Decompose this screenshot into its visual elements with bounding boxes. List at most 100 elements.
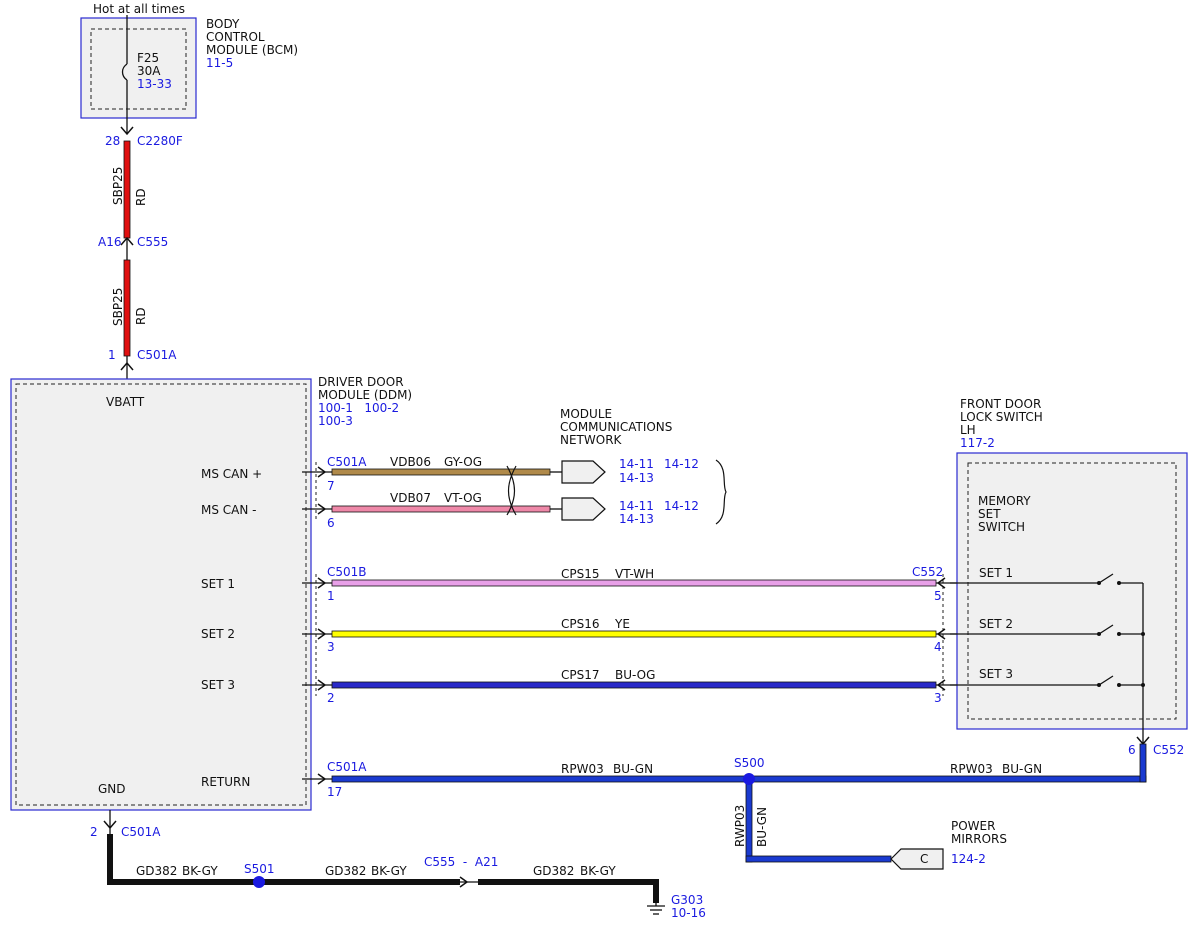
power-mirrors-ref: 124-2 xyxy=(951,852,986,866)
mcn-connector-minus-icon xyxy=(561,497,606,521)
ground-symbol-icon xyxy=(647,903,665,915)
gnd-conn: C501A xyxy=(121,825,161,839)
sbp25-color-2: RD xyxy=(134,307,148,325)
ms-can-plus-ref1: 14-11 xyxy=(619,457,654,471)
cps16-wire xyxy=(331,630,937,638)
power-mirrors-label-1: POWER xyxy=(951,819,995,833)
rpw03-circuit-left: RPW03 xyxy=(561,762,604,776)
set2-pin: 3 xyxy=(327,640,335,654)
ddm-name-1: DRIVER DOOR xyxy=(318,375,404,389)
ms-can-minus-ref1: 14-11 xyxy=(619,499,654,513)
ms-can-minus-ref2: 14-12 xyxy=(664,499,699,513)
set3-label: SET 3 xyxy=(201,678,235,692)
g303-label: G303 xyxy=(671,893,703,907)
fdls-name-2: LOCK SWITCH xyxy=(960,410,1043,424)
ms-can-plus-ref2: 14-12 xyxy=(664,457,699,471)
c555-a21-label: C555 - A21 xyxy=(424,855,498,869)
ddm-outline xyxy=(10,378,312,811)
ms-can-plus-pin: 7 xyxy=(327,479,335,493)
gd382-wire-3 xyxy=(478,879,659,903)
cps16-circuit: CPS16 xyxy=(561,617,600,631)
sbp25-color-1: RD xyxy=(134,188,148,206)
gd382-circuit-2: GD382 xyxy=(325,864,366,878)
mcn-label-1: MODULE xyxy=(560,407,612,421)
set2-label: SET 2 xyxy=(201,627,235,641)
power-mirrors-label-2: MIRRORS xyxy=(951,832,1007,846)
cps17-color: BU-OG xyxy=(615,668,655,682)
c2280f-label: C2280F xyxy=(137,134,183,148)
set2-far-pin: 4 xyxy=(934,640,942,654)
bcm-ref: 11-5 xyxy=(206,56,233,70)
ddm-gnd-label: GND xyxy=(98,782,126,796)
memory-switch-1: MEMORY xyxy=(978,494,1031,508)
fdls-ref: 117-2 xyxy=(960,436,995,450)
set1-pin: 1 xyxy=(327,589,335,603)
sbp25-circuit-2: SBP25 xyxy=(111,288,125,326)
cps16-color: YE xyxy=(614,617,630,631)
gnd-pin: 2 xyxy=(90,825,98,839)
ddm-refs: 100-1 100-2 xyxy=(318,401,399,415)
set1-label: SET 1 xyxy=(201,577,235,591)
c555-pin: A16 xyxy=(98,235,121,249)
gd382-color-2: BK-GY xyxy=(371,864,407,878)
vdb06-circuit: VDB06 xyxy=(390,455,431,469)
rpw03-wire xyxy=(331,775,1147,783)
vdb06-color: GY-OG xyxy=(444,455,482,469)
ms-can-minus-label: MS CAN - xyxy=(201,503,257,517)
memory-switch-3: SWITCH xyxy=(978,520,1025,534)
s500-splice-icon xyxy=(743,773,755,785)
gd382-circuit-1: GD382 xyxy=(136,864,177,878)
fuse-name: F25 xyxy=(137,51,159,65)
power-mirrors-connector-icon xyxy=(890,848,944,870)
gd382-color-3: BK-GY xyxy=(580,864,616,878)
sw-set2-label: SET 2 xyxy=(979,617,1013,631)
vdb07-color: VT-OG xyxy=(444,491,482,505)
set1-conn: C501B xyxy=(327,565,367,579)
wiring-diagram: Hot at all times BODY CONTROL MODULE (BC… xyxy=(10,2,1188,920)
g303-ref: 10-16 xyxy=(671,906,706,920)
set3-pin: 2 xyxy=(327,691,335,705)
set1-far-pin: 5 xyxy=(934,589,942,603)
ms-can-plus-label: MS CAN + xyxy=(201,467,262,481)
rwp03-branch-horizontal xyxy=(745,855,892,863)
return-far-pin: 6 xyxy=(1128,743,1136,757)
mcn-label-3: NETWORK xyxy=(560,433,623,447)
vbatt-pin: 1 xyxy=(108,348,116,362)
sw-set1-label: SET 1 xyxy=(979,566,1013,580)
fuse-rating: 30A xyxy=(137,64,161,78)
rpw03-color-right: BU-GN xyxy=(1002,762,1042,776)
bcm-name-1: BODY xyxy=(206,17,240,31)
rwp03-circuit: RWP03 xyxy=(733,805,747,847)
mcn-connector-plus-icon xyxy=(561,460,606,484)
mcn-label-2: COMMUNICATIONS xyxy=(560,420,672,434)
cps17-circuit: CPS17 xyxy=(561,668,600,682)
hot-at-all-times-label: Hot at all times xyxy=(93,2,185,16)
ms-can-minus-pin: 6 xyxy=(327,516,335,530)
fuse-ref: 13-33 xyxy=(137,77,172,91)
s501-label: S501 xyxy=(244,862,275,876)
gd382-color-1: BK-GY xyxy=(182,864,218,878)
return-far-conn: C552 xyxy=(1153,743,1184,757)
c555-label: C555 xyxy=(137,235,168,249)
rpw03-riser xyxy=(1139,743,1147,783)
fdls-name-1: FRONT DOOR xyxy=(960,397,1041,411)
cps15-circuit: CPS15 xyxy=(561,567,600,581)
ms-can-plus-conn: C501A xyxy=(327,455,367,469)
network-brace-icon xyxy=(715,459,727,525)
memory-switch-2: SET xyxy=(978,507,1001,521)
rpw03-circuit-right: RPW03 xyxy=(950,762,993,776)
cps17-wire xyxy=(331,681,937,689)
ddm-ref-3: 100-3 xyxy=(318,414,353,428)
bcm-name-3: MODULE (BCM) xyxy=(206,43,298,57)
vbatt-conn: C501A xyxy=(137,348,177,362)
c2280f-pin: 28 xyxy=(105,134,120,148)
rpw03-color-left: BU-GN xyxy=(613,762,653,776)
ms-can-plus-ref3: 14-13 xyxy=(619,471,654,485)
rwp03-color: BU-GN xyxy=(755,807,769,847)
fdls-name-3: LH xyxy=(960,423,976,437)
s501-splice-icon xyxy=(253,876,265,888)
gd382-circuit-3: GD382 xyxy=(533,864,574,878)
cps15-color: VT-WH xyxy=(615,567,654,581)
sbp25-circuit-1: SBP25 xyxy=(111,167,125,205)
return-conn: C501A xyxy=(327,760,367,774)
